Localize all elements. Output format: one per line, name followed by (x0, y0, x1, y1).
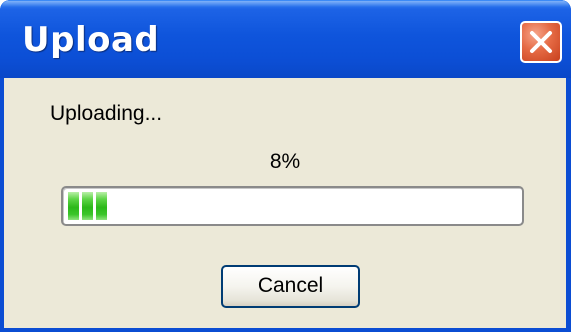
upload-dialog-window: Upload Uploading... 8% Cancel (0, 0, 571, 332)
window-frame-right (566, 78, 571, 332)
progress-bar (61, 186, 524, 226)
progress-block (68, 192, 79, 220)
close-x-icon (530, 31, 552, 53)
title-bar[interactable]: Upload (0, 0, 571, 78)
dialog-body: Uploading... 8% Cancel (4, 78, 566, 328)
window-frame-bottom (0, 328, 571, 332)
progress-block (82, 192, 93, 220)
cancel-button[interactable]: Cancel (221, 265, 360, 308)
percent-label: 8% (269, 150, 301, 173)
progress-block (96, 192, 107, 220)
status-label: Uploading... (50, 102, 163, 125)
progress-fill (68, 192, 107, 220)
title-bar-highlight (2, 1, 569, 7)
close-button[interactable] (520, 21, 562, 63)
window-title: Upload (22, 20, 160, 60)
